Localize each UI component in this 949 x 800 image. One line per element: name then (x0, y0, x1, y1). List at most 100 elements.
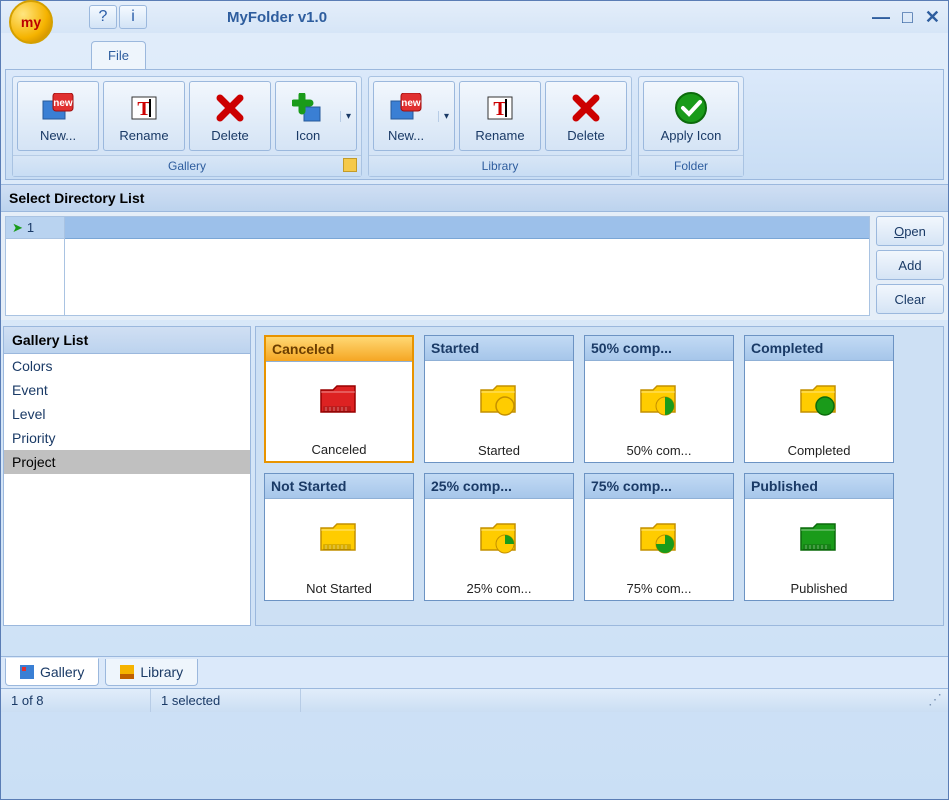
ribbon-group-gallery: new New... T Rename Delete (12, 76, 362, 177)
chevron-down-icon[interactable]: ▾ (438, 111, 454, 122)
icon-card[interactable]: 25% comp... 25% com... (424, 473, 574, 601)
icon-card-label: 75% com... (585, 577, 733, 600)
title-bar: my ? i MyFolder v1.0 — □ ✕ (1, 1, 948, 33)
new-icon: new (389, 90, 423, 126)
gallery-list-panel: Gallery List ColorsEventLevelPriorityPro… (3, 326, 251, 626)
close-icon[interactable]: ✕ (925, 7, 940, 28)
gallery-list-header: Gallery List (4, 327, 250, 354)
icon-card-label: 50% com... (585, 439, 733, 462)
icon-grid-panel: Canceled Canceled Started Started 50% comp..… (255, 326, 944, 626)
new-icon: new (41, 90, 75, 126)
icon-card-label: Completed (745, 439, 893, 462)
folder-icon (265, 499, 413, 577)
icon-card-label: Started (425, 439, 573, 462)
gallery-list-item[interactable]: Project (4, 450, 250, 474)
app-title: MyFolder v1.0 (227, 9, 327, 26)
ribbon-group-library: new New... ▾ T Rename Delete (368, 76, 632, 177)
icon-card[interactable]: Completed Completed (744, 335, 894, 463)
directory-row-number: 1 (27, 220, 34, 235)
folder-icon (585, 499, 733, 577)
info-icon[interactable]: i (119, 5, 147, 29)
folder-icon (266, 362, 412, 438)
status-count: 1 of 8 (1, 689, 151, 712)
library-delete-button[interactable]: Delete (545, 81, 627, 151)
svg-text:new: new (401, 98, 421, 109)
icon-card[interactable]: Started Started (424, 335, 574, 463)
status-selected: 1 selected (151, 689, 301, 712)
gallery-icon-button[interactable]: Icon ▾ (275, 81, 357, 151)
tab-gallery-label: Gallery (40, 664, 84, 680)
folder-icon (745, 361, 893, 439)
status-bar: 1 of 8 1 selected ⋰ (1, 688, 948, 712)
library-rename-button[interactable]: T Rename (459, 81, 541, 151)
directory-selected-row[interactable] (65, 217, 869, 239)
apply-icon-button[interactable]: Apply Icon (643, 81, 739, 151)
tab-library-label: Library (140, 664, 183, 680)
directory-row-1[interactable]: ➤ 1 (6, 217, 64, 239)
delete-icon (571, 90, 601, 126)
icon-card-title: 25% comp... (425, 474, 573, 499)
help-icon[interactable]: ? (89, 5, 117, 29)
icon-card-label: Not Started (265, 577, 413, 600)
lower-area: Gallery List ColorsEventLevelPriorityPro… (1, 326, 948, 626)
clear-button[interactable]: Clear (876, 284, 944, 314)
icon-card-title: Not Started (265, 474, 413, 499)
icon-card[interactable]: 50% comp... 50% com... (584, 335, 734, 463)
directory-list-grid[interactable] (65, 216, 870, 316)
tab-library[interactable]: Library (105, 659, 198, 686)
folder-icon (585, 361, 733, 439)
ribbon-group-gallery-label: Gallery (168, 159, 206, 173)
folder-icon (425, 361, 573, 439)
icon-card[interactable]: Not Started Not Started (264, 473, 414, 601)
icon-card-title: Canceled (266, 337, 412, 362)
maximize-icon[interactable]: □ (902, 7, 913, 28)
icon-card-title: 75% comp... (585, 474, 733, 499)
directory-list-area: ➤ 1 Open Add Clear (1, 212, 948, 320)
icon-card-label: 25% com... (425, 577, 573, 600)
app-window: my ? i MyFolder v1.0 — □ ✕ File new New.… (0, 0, 949, 800)
gallery-list-item[interactable]: Level (4, 402, 250, 426)
menu-tabs: File (91, 41, 948, 69)
chevron-down-icon[interactable]: ▾ (340, 111, 356, 122)
ribbon: new New... T Rename Delete (5, 69, 944, 180)
app-logo[interactable]: my (9, 0, 53, 44)
gallery-rename-button[interactable]: T Rename (103, 81, 185, 151)
svg-text:new: new (53, 98, 73, 109)
gallery-list-item[interactable]: Event (4, 378, 250, 402)
gallery-tab-icon (20, 665, 34, 679)
folder-icon (745, 499, 893, 577)
icon-card-title: Completed (745, 336, 893, 361)
icon-card[interactable]: Published Published (744, 473, 894, 601)
tab-file[interactable]: File (91, 41, 146, 69)
plus-icon (292, 90, 324, 126)
icon-card-label: Canceled (266, 438, 412, 461)
bottom-tabs: Gallery Library (1, 656, 948, 688)
folder-icon (425, 499, 573, 577)
gallery-list-item[interactable]: Colors (4, 354, 250, 378)
icon-card-title: Started (425, 336, 573, 361)
add-button[interactable]: Add (876, 250, 944, 280)
ribbon-group-folder: Apply Icon Folder (638, 76, 744, 177)
ribbon-group-folder-label: Folder (639, 155, 743, 176)
library-new-button[interactable]: new New... ▾ (373, 81, 455, 151)
minimize-icon[interactable]: — (872, 7, 890, 28)
rename-icon: T (484, 90, 516, 126)
resize-grip-icon[interactable]: ⋰ (922, 689, 948, 712)
gallery-delete-button[interactable]: Delete (189, 81, 271, 151)
delete-icon (215, 90, 245, 126)
open-button[interactable]: Open (876, 216, 944, 246)
icon-card[interactable]: Canceled Canceled (264, 335, 414, 463)
icon-card-title: 50% comp... (585, 336, 733, 361)
gallery-new-button[interactable]: new New... (17, 81, 99, 151)
gallery-launcher-icon[interactable] (343, 158, 357, 172)
directory-row-number-column: ➤ 1 (5, 216, 65, 316)
icon-card-label: Published (745, 577, 893, 600)
icon-card[interactable]: 75% comp... 75% com... (584, 473, 734, 601)
gallery-list-item[interactable]: Priority (4, 426, 250, 450)
arrow-right-icon: ➤ (12, 220, 23, 236)
library-tab-icon (120, 665, 134, 679)
tab-gallery[interactable]: Gallery (5, 658, 99, 686)
rename-icon: T (128, 90, 160, 126)
icon-card-title: Published (745, 474, 893, 499)
check-icon (674, 90, 708, 126)
